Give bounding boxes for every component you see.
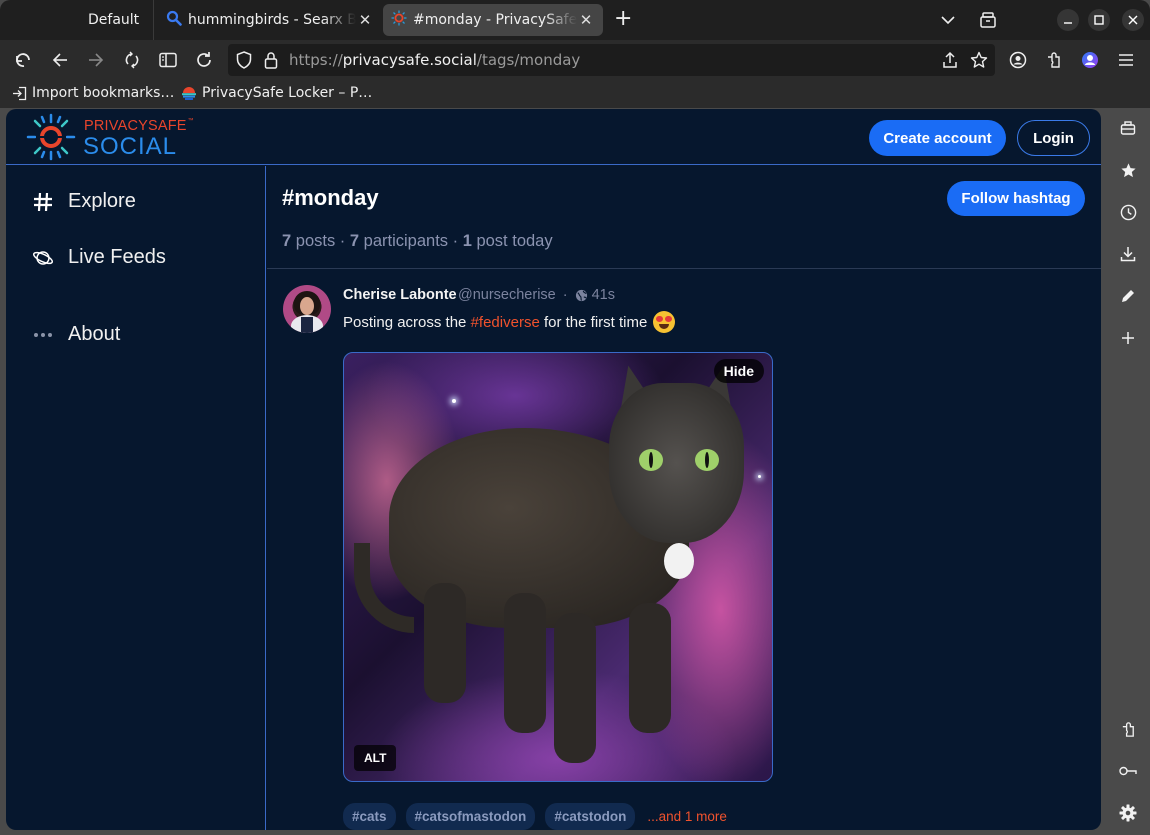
globe-icon: [575, 289, 588, 302]
ellipsis-icon: [32, 324, 54, 346]
post-content: Posting across the #fediverse for the fi…: [343, 311, 676, 333]
logo-wordmark-top: PRIVACYSAFE™: [84, 118, 194, 134]
browser-sidebar: [1108, 108, 1150, 835]
forward-icon[interactable]: [84, 48, 108, 72]
sidebar-item-explore[interactable]: Explore: [32, 190, 136, 213]
pencil-icon[interactable]: [1117, 285, 1139, 307]
url-bar[interactable]: https://privacysafe.social/tags/monday: [228, 44, 995, 76]
heart-eyes-emoji-icon: [653, 311, 676, 333]
maximize-button[interactable]: [1088, 9, 1110, 31]
downloads-icon[interactable]: [1117, 243, 1139, 265]
create-account-button[interactable]: Create account: [869, 120, 1006, 156]
add-panel-icon[interactable]: [1117, 327, 1139, 349]
container-icon[interactable]: [976, 8, 1000, 32]
bookmark-star-icon[interactable]: [967, 48, 991, 72]
hashtag-chip[interactable]: #cats: [343, 803, 396, 830]
settings-gear-icon[interactable]: [1117, 802, 1139, 824]
cat-leg: [424, 583, 466, 703]
avatar[interactable]: [283, 285, 331, 333]
sidebar-item-about[interactable]: About: [32, 323, 120, 346]
import-icon: [12, 86, 27, 101]
toolbox-icon[interactable]: [1117, 117, 1139, 139]
privacysafe-icon: [391, 10, 407, 30]
bookmark-import[interactable]: Import bookmarks…: [12, 85, 174, 101]
hashtag-header: #monday Follow hashtag 7 posts · 7 parti…: [267, 166, 1101, 269]
post-time[interactable]: 41s: [592, 287, 615, 303]
alt-text-button[interactable]: ALT: [354, 745, 397, 771]
navigation-toolbar: https://privacysafe.social/tags/monday: [0, 40, 1150, 80]
history-clock-icon[interactable]: [1117, 201, 1139, 223]
privacysafe-social-logo[interactable]: PRIVACYSAFE™ SOCIAL: [26, 113, 196, 161]
hashtag-timeline: #monday Follow hashtag 7 posts · 7 parti…: [267, 166, 1101, 830]
menu-hamburger-icon[interactable]: [1114, 48, 1138, 72]
post-meta: @nursecherise · 41s: [458, 287, 615, 303]
site-header: PRIVACYSAFE™ SOCIAL Create account Login: [6, 109, 1101, 165]
tab-title: hummingbirds - Searx Be: [188, 12, 356, 28]
sidebar-item-live-feeds[interactable]: Live Feeds: [32, 246, 166, 269]
bookmarks-star-icon[interactable]: [1117, 159, 1139, 181]
minimize-button[interactable]: [1057, 9, 1079, 31]
tab-separator: [153, 0, 154, 40]
cat-leg: [629, 603, 671, 733]
star-sparkle: [758, 475, 761, 478]
cat-eye: [639, 449, 663, 471]
hashtag-icon: [32, 191, 54, 213]
reload-icon[interactable]: [192, 48, 216, 72]
author-name[interactable]: Cherise Labonte: [343, 287, 457, 303]
bookmark-privacysafe-locker[interactable]: PrivacySafe Locker – P…: [181, 85, 372, 101]
cat-leg: [504, 593, 546, 733]
hashtag-chip[interactable]: #catstodon: [545, 803, 636, 830]
list-all-tabs-icon[interactable]: [936, 8, 960, 32]
bookmarks-toolbar: Import bookmarks… PrivacySafe Locker – P…: [0, 80, 1150, 108]
cat-leg: [554, 613, 596, 763]
cat-eye: [695, 449, 719, 471]
close-tab-icon[interactable]: ✕: [577, 11, 595, 29]
undo-close-tab-icon[interactable]: [12, 48, 36, 72]
sidebar-toggle-icon[interactable]: [156, 48, 180, 72]
logo-wordmark-bottom: SOCIAL: [83, 133, 178, 160]
tab-group-default[interactable]: Default: [88, 4, 139, 36]
share-icon[interactable]: [938, 48, 962, 72]
close-window-button[interactable]: [1122, 9, 1144, 31]
tab-bar: Default hummingbirds - Searx Be ✕ #monda…: [0, 0, 1150, 40]
url-text[interactable]: https://privacysafe.social/tags/monday: [289, 51, 580, 69]
hashtag-chip[interactable]: #catsofmastodon: [405, 803, 536, 830]
follow-hashtag-button[interactable]: Follow hashtag: [947, 181, 1085, 216]
sidebar-nav: Explore Live Feeds About: [6, 166, 266, 830]
locker-icon: [181, 85, 197, 101]
search-icon: [166, 10, 182, 30]
extensions-puzzle-icon[interactable]: [1117, 718, 1139, 740]
back-icon[interactable]: [48, 48, 72, 72]
star-sparkle: [452, 399, 456, 403]
close-tab-icon[interactable]: ✕: [356, 11, 374, 29]
page-content: PRIVACYSAFE™ SOCIAL Create account Login…: [6, 109, 1101, 830]
hide-media-button[interactable]: Hide: [713, 359, 764, 383]
planet-icon: [32, 247, 54, 269]
media-attachment-image[interactable]: Hide ALT: [343, 352, 773, 782]
login-button[interactable]: Login: [1017, 120, 1090, 156]
account-icon[interactable]: [1006, 48, 1030, 72]
tab-monday[interactable]: #monday - PrivacySafe Sc ✕: [383, 4, 603, 36]
tab-hummingbirds[interactable]: hummingbirds - Searx Be ✕: [160, 4, 380, 36]
sync-icon[interactable]: [120, 48, 144, 72]
profile-avatar-icon[interactable]: [1078, 48, 1102, 72]
cat-head: [609, 383, 744, 543]
cat-chest: [664, 543, 694, 579]
hashtag-link[interactable]: #fediverse: [471, 314, 540, 331]
tab-title: #monday - PrivacySafe Sc: [413, 12, 577, 28]
lock-icon[interactable]: [259, 48, 283, 72]
post-hashtag-bar: #cats #catsofmastodon #catstodon ...and …: [343, 803, 727, 830]
hashtag-stats: 7 posts · 7 participants · 1 post today: [282, 232, 553, 250]
new-tab-icon[interactable]: +: [614, 8, 632, 30]
hashtag-title: #monday: [282, 185, 379, 210]
extensions-icon[interactable]: [1042, 48, 1066, 72]
author-handle[interactable]: @nursecherise: [458, 287, 556, 303]
tracking-protection-shield-icon[interactable]: [232, 48, 256, 72]
passwords-key-icon[interactable]: [1117, 760, 1139, 782]
more-hashtags-link[interactable]: ...and 1 more: [647, 809, 727, 824]
